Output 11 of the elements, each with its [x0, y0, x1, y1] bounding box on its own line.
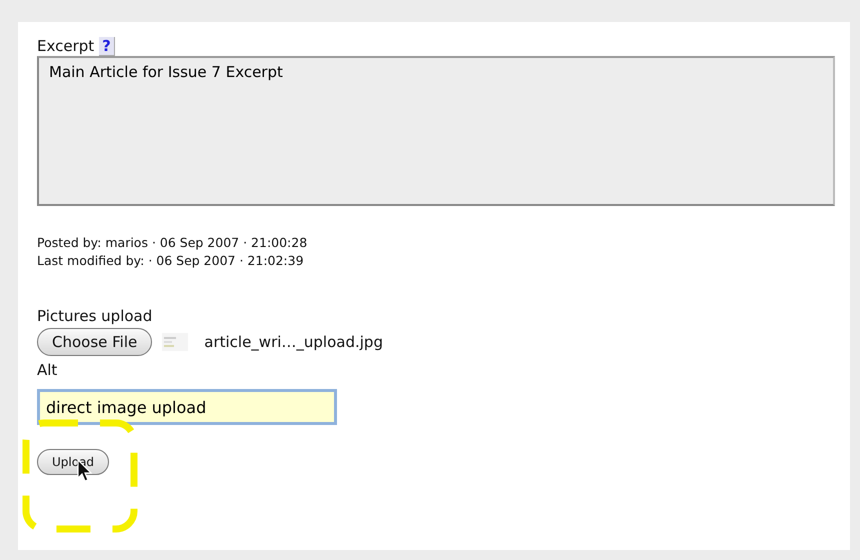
alt-label: Alt: [37, 360, 58, 380]
choose-file-button[interactable]: Choose File: [37, 328, 152, 356]
excerpt-field[interactable]: Main Article for Issue 7 Excerpt: [37, 56, 835, 206]
meta-line: Posted by: marios · 06 Sep 2007 · 21:00:28: [37, 234, 308, 252]
upload-label: Pictures upload: [37, 306, 154, 326]
file-icon: [162, 333, 188, 351]
alt-field[interactable]: direct image upload: [37, 389, 337, 425]
excerpt-label: Excerpt: [37, 37, 94, 55]
help-link[interactable]: ?: [99, 36, 115, 56]
meta-line: Last modified by: · 06 Sep 2007 · 21:02:39: [37, 252, 305, 270]
file-name: article_wri…_upload.jpg: [204, 333, 383, 351]
